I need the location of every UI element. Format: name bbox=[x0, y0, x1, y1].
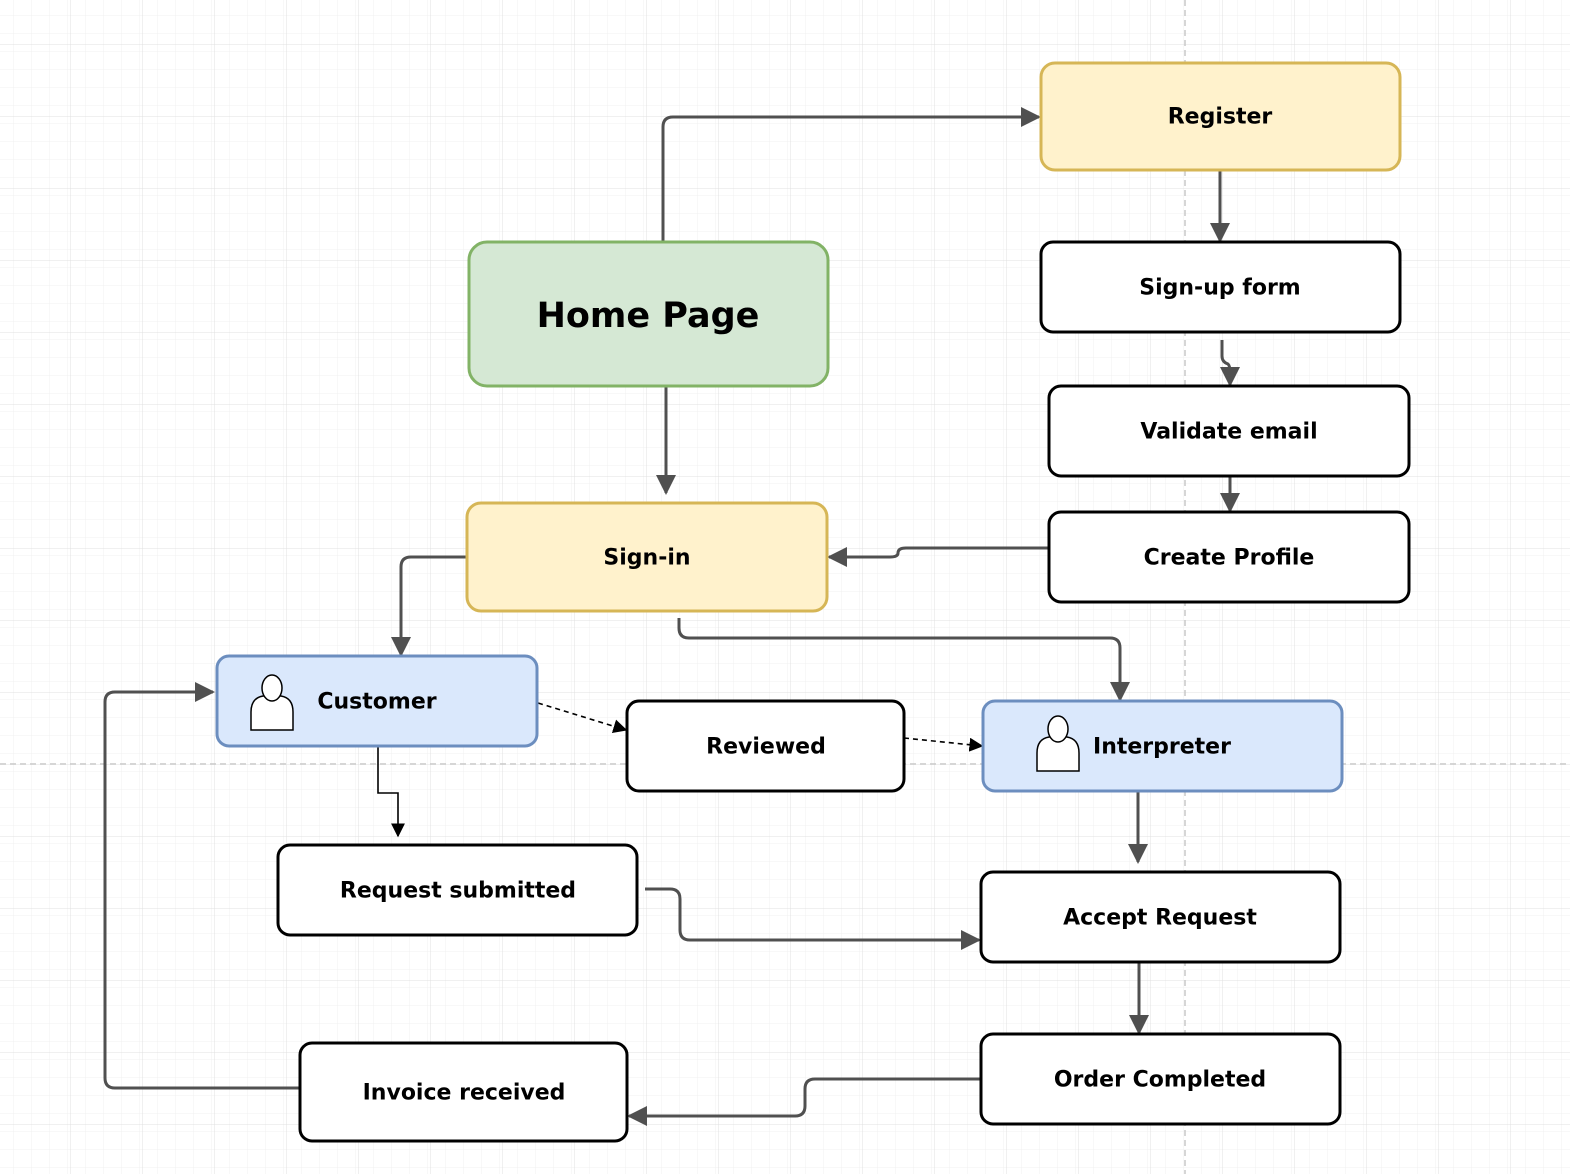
node-label: Create Profile bbox=[1144, 546, 1315, 571]
node-invoice-received[interactable]: Invoice received bbox=[298, 1041, 629, 1143]
node-home-page[interactable]: Home Page bbox=[467, 240, 830, 388]
diagram-canvas[interactable]: Register Home Page Sign-up form Validate… bbox=[0, 0, 1570, 1174]
node-create-profile[interactable]: Create Profile bbox=[1047, 510, 1411, 604]
node-reviewed[interactable]: Reviewed bbox=[625, 699, 906, 793]
node-signup-form[interactable]: Sign-up form bbox=[1039, 240, 1402, 334]
node-label: Sign-up form bbox=[1139, 276, 1300, 301]
node-register[interactable]: Register bbox=[1039, 61, 1402, 172]
node-label: Order Completed bbox=[1054, 1068, 1266, 1093]
node-label: Home Page bbox=[537, 296, 760, 336]
node-customer[interactable]: Customer bbox=[215, 654, 539, 748]
node-label: Reviewed bbox=[706, 735, 826, 760]
node-interpreter[interactable]: Interpreter bbox=[981, 699, 1344, 793]
node-label: Accept Request bbox=[1063, 906, 1257, 931]
node-order-completed[interactable]: Order Completed bbox=[979, 1032, 1342, 1126]
node-label: Invoice received bbox=[363, 1081, 566, 1106]
node-accept-request[interactable]: Accept Request bbox=[979, 870, 1342, 964]
node-label: Validate email bbox=[1140, 420, 1317, 445]
node-label: Sign-in bbox=[603, 546, 690, 571]
node-request-submitted[interactable]: Request submitted bbox=[276, 843, 639, 937]
node-label: Interpreter bbox=[1093, 735, 1231, 760]
node-validate-email[interactable]: Validate email bbox=[1047, 384, 1411, 478]
node-sign-in[interactable]: Sign-in bbox=[465, 501, 829, 613]
node-label: Register bbox=[1168, 105, 1273, 130]
node-label: Customer bbox=[317, 690, 436, 715]
node-label: Request submitted bbox=[340, 879, 576, 904]
